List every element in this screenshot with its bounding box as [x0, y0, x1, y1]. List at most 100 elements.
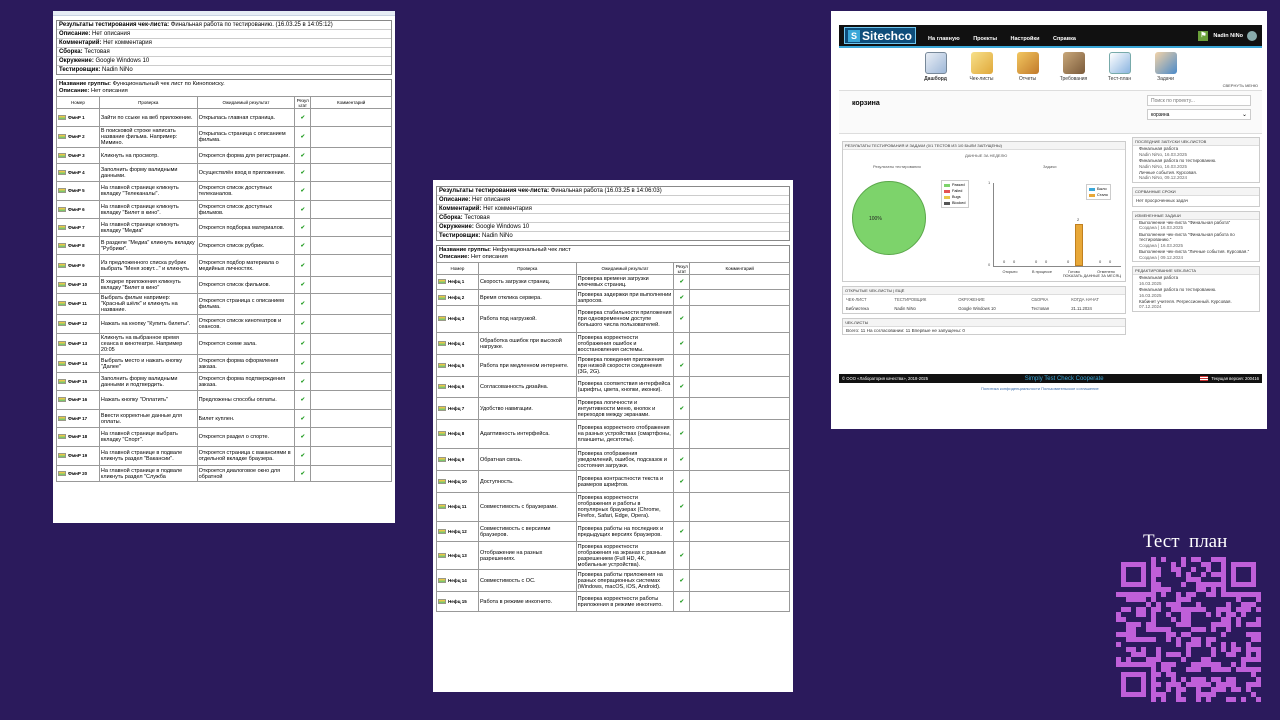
- case-number: ФмнР 3: [56, 147, 100, 164]
- passed-check-icon: ✔: [673, 354, 691, 377]
- flag-icon: [438, 456, 446, 462]
- toolbar-tasks[interactable]: Задачи: [1143, 52, 1189, 90]
- table-row[interactable]: Библиотека Nadin NiNo Google Windows 10 Тес…: [843, 304, 1125, 313]
- nav-help[interactable]: Справка: [1053, 36, 1076, 42]
- bar-value-label: 2: [1077, 217, 1080, 222]
- header-label: Результаты тестирования чек-листа:: [439, 188, 550, 194]
- comment-cell[interactable]: [689, 289, 790, 306]
- toolbar-requirements[interactable]: Требования: [1051, 52, 1097, 90]
- table-row: Нефц 11 Совместимость с браузерами. Провер…: [436, 492, 790, 522]
- case-id: ФмнР 18: [68, 434, 88, 439]
- comment-cell[interactable]: [310, 427, 392, 447]
- case-number: Нефц 9: [436, 448, 479, 471]
- toolbar-reports[interactable]: Отчеты: [1005, 52, 1051, 90]
- check-step: Отображение на разных разрешениях.: [477, 541, 577, 570]
- passed-check-icon: ✔: [673, 305, 691, 333]
- expected-result: Билет куплен.: [196, 409, 296, 428]
- comment-cell[interactable]: [689, 397, 790, 420]
- comment-cell[interactable]: [310, 200, 392, 219]
- main-nav: На главную Проекты Настройки Справка: [928, 27, 1085, 45]
- comment-cell[interactable]: [310, 126, 392, 148]
- comment-cell[interactable]: [310, 181, 392, 201]
- flag-icon: [58, 114, 66, 120]
- header-label: Описание:: [59, 31, 91, 37]
- footer-slogan: Simply Test Check Cooperate: [1024, 375, 1104, 382]
- comment-cell[interactable]: [310, 276, 392, 294]
- passed-check-icon: ✔: [294, 147, 312, 164]
- project-select[interactable]: корзина ⌄: [1147, 109, 1251, 120]
- qr-code[interactable]: [1116, 557, 1261, 702]
- top-navbar: S Sitechco На главную Проекты Настройки С…: [839, 25, 1262, 48]
- comment-cell[interactable]: [310, 108, 392, 127]
- nav-settings[interactable]: Настройки: [1011, 36, 1040, 42]
- dashboard-icon: [924, 52, 947, 74]
- comment-cell[interactable]: [689, 470, 790, 493]
- expected-result: Проверка соответствия интерфейса (шрифты…: [575, 376, 675, 398]
- case-number: ФмнР 13: [56, 333, 100, 355]
- toolbar-testplan[interactable]: Тест-план: [1097, 52, 1143, 90]
- comment-cell[interactable]: [689, 541, 790, 570]
- comment-cell[interactable]: [310, 254, 392, 277]
- case-number: ФмнР 10: [56, 276, 100, 294]
- comment-cell[interactable]: [689, 274, 790, 290]
- comment-cell[interactable]: [310, 147, 392, 164]
- comment-cell[interactable]: [689, 376, 790, 398]
- comment-cell[interactable]: [310, 333, 392, 355]
- comment-cell[interactable]: [310, 372, 392, 391]
- show-month-link[interactable]: ПОКАЗАТЬ ДАННЫЕ ЗА МЕСЯЦ: [1063, 274, 1121, 278]
- comment-cell[interactable]: [310, 218, 392, 237]
- toolbar-dashboard[interactable]: Дашборд: [913, 52, 959, 90]
- column-header: ТЕСТИРОВЩИК: [894, 297, 927, 302]
- expected-result: Проверка поведения приложения при низкой…: [575, 354, 675, 377]
- sitechco-logo[interactable]: S Sitechco: [844, 27, 917, 44]
- case-number: ФмнР 8: [56, 236, 100, 255]
- project-search-input[interactable]: Поиск по проекту...: [1147, 95, 1251, 106]
- list-item-meta: 16.03.2025: [1139, 292, 1162, 298]
- table-row: ФмнР 3 Кликнуть на просмотр. Откроется фор…: [56, 147, 392, 164]
- comment-cell[interactable]: [689, 448, 790, 471]
- flag-icon: [438, 598, 446, 604]
- us-flag-icon[interactable]: [1200, 376, 1209, 381]
- header-value: Финальная работа (16.03.25 в 14:06:03): [550, 188, 662, 194]
- list-item-title[interactable]: Выполнение чек-листа "Личные события. Ку…: [1136, 249, 1256, 254]
- case-number: ФмнР 5: [56, 181, 100, 201]
- comment-cell[interactable]: [310, 163, 392, 182]
- comment-cell[interactable]: [689, 305, 790, 333]
- comment-cell[interactable]: [310, 293, 392, 315]
- user-menu[interactable]: ⚑ Nadin NiNo: [1198, 30, 1257, 41]
- passed-check-icon: ✔: [673, 448, 691, 471]
- case-id: Нефц 4: [448, 340, 465, 346]
- comment-cell[interactable]: [310, 354, 392, 373]
- nav-home[interactable]: На главную: [928, 36, 960, 42]
- comment-cell[interactable]: [310, 409, 392, 428]
- comment-cell[interactable]: [310, 236, 392, 255]
- toolbar-checklists[interactable]: Чек-листы: [959, 52, 1005, 90]
- comment-cell[interactable]: [689, 492, 790, 522]
- footer-links[interactable]: Политика конфиденциальности Пользователь…: [981, 386, 1099, 391]
- expected-result: Проверка корректности отображения и рабо…: [575, 492, 675, 522]
- comment-cell[interactable]: [689, 569, 790, 592]
- widget-title[interactable]: ОТКРЫТЫЕ ЧЕК-ЛИСТЫ | ЕЩЁ: [843, 287, 1125, 295]
- comment-cell[interactable]: [689, 521, 790, 542]
- comment-cell[interactable]: [310, 465, 392, 482]
- list-item-title[interactable]: Выполнение чек-листа "Финальная работа п…: [1136, 232, 1256, 243]
- nav-projects[interactable]: Проекты: [973, 36, 997, 42]
- comment-cell[interactable]: [310, 390, 392, 410]
- comment-cell[interactable]: [689, 332, 790, 355]
- comment-cell[interactable]: [689, 354, 790, 377]
- header-value: Nadin NiNo: [482, 233, 513, 239]
- dashboard-main: РЕЗУЛЬТАТЫ ТЕСТИРОВАНИЯ И ЗАДАЧИ (0/1 ТЕ…: [842, 141, 1126, 339]
- results-charts: ДАННЫЕ ЗА НЕДЕЛЮ Результаты тестирования…: [843, 150, 1125, 281]
- case-id: ФмнР 10: [68, 282, 88, 287]
- table-row: Нефц 9 Обратная связь. Проверка отображени…: [436, 448, 790, 471]
- comment-cell[interactable]: [310, 314, 392, 334]
- avatar[interactable]: [1247, 30, 1257, 41]
- collapse-menu-link[interactable]: СВЕРНУТЬ МЕНЮ: [1223, 83, 1258, 88]
- comment-cell[interactable]: [689, 419, 790, 449]
- header-line: Окружение: Google Windows 10: [57, 57, 391, 66]
- comment-cell[interactable]: [310, 446, 392, 466]
- header-label: Сборка:: [59, 49, 83, 55]
- comment-cell[interactable]: [689, 591, 790, 612]
- copyright: © ООО «Лаборатория качества», 2018-2025: [842, 376, 929, 381]
- check-step: Удобство навигации.: [477, 397, 577, 420]
